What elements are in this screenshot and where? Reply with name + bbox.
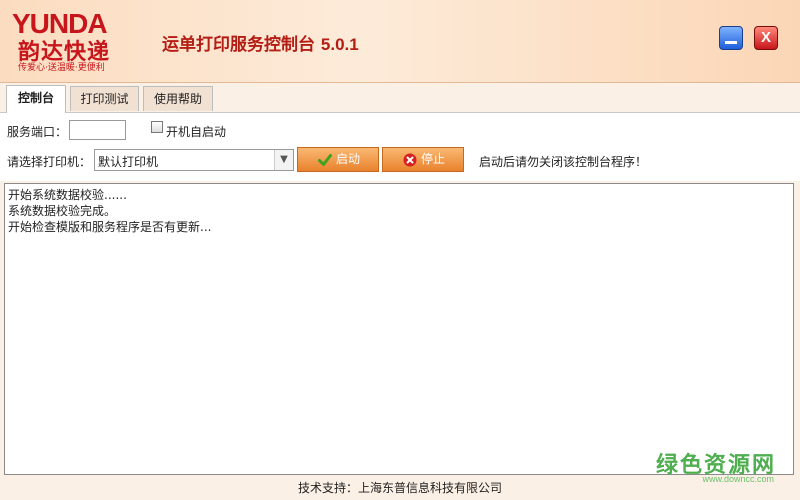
app-version: 5.0.1 bbox=[320, 35, 359, 54]
autostart-label: 开机自启动 bbox=[166, 125, 227, 139]
autostart-checkbox[interactable] bbox=[151, 121, 163, 133]
footer-support: 技术支持：上海东普信息科技有限公司 bbox=[297, 481, 502, 495]
stop-button-label: 停止 bbox=[421, 152, 446, 166]
watermark-url: www.downcc.com bbox=[702, 474, 774, 484]
start-button-label: 启动 bbox=[336, 152, 361, 166]
yunda-logo: YUNDA 韵达快递 传爱心·送温暖·更便利 bbox=[10, 8, 140, 73]
tab-console[interactable]: 控制台 bbox=[6, 85, 66, 113]
minimize-icon bbox=[725, 41, 737, 44]
log-line: 开始检查模版和服务程序是否有更新... bbox=[8, 220, 212, 234]
minimize-button[interactable] bbox=[719, 26, 743, 50]
tab-bar: 控制台 打印测试 使用帮助 bbox=[0, 84, 800, 113]
close-button[interactable]: X bbox=[754, 26, 778, 50]
notice-text: 启动后请勿关闭该控制台程序！ bbox=[479, 155, 648, 169]
printer-select-value: 默认打印机 bbox=[98, 155, 159, 169]
tab-help[interactable]: 使用帮助 bbox=[143, 86, 213, 111]
console-panel: 服务端口： 开机自启动 请选择打印机： 默认打印机 ▼ 启动 停止 启动后请勿关… bbox=[0, 113, 800, 181]
close-icon: X bbox=[760, 29, 771, 46]
title-bar: YUNDA 韵达快递 传爱心·送温暖·更便利 运单打印服务控制台 5.0.1 X bbox=[0, 0, 800, 83]
check-icon bbox=[318, 154, 332, 166]
printer-select[interactable]: 默认打印机 ▼ bbox=[94, 149, 294, 171]
log-line: 系统数据校验完成。 bbox=[8, 204, 117, 218]
chevron-down-icon: ▼ bbox=[274, 150, 293, 170]
log-output[interactable]: 开始系统数据校验...... 系统数据校验完成。 开始检查模版和服务程序是否有更… bbox=[4, 183, 794, 475]
printer-label: 请选择打印机： bbox=[7, 155, 92, 169]
log-line: 开始系统数据校验...... bbox=[8, 188, 127, 202]
logo-slogan: 传爱心·送温暖·更便利 bbox=[18, 63, 105, 73]
port-label: 服务端口： bbox=[7, 125, 68, 139]
stop-button[interactable]: 停止 bbox=[382, 147, 464, 172]
tab-print-test[interactable]: 打印测试 bbox=[70, 86, 139, 111]
app-title: 运单打印服务控制台 5.0.1 bbox=[162, 30, 359, 55]
start-button[interactable]: 启动 bbox=[297, 147, 379, 172]
app-title-text: 运单打印服务控制台 bbox=[162, 35, 315, 55]
port-input[interactable] bbox=[69, 120, 126, 140]
stop-icon bbox=[403, 153, 417, 167]
